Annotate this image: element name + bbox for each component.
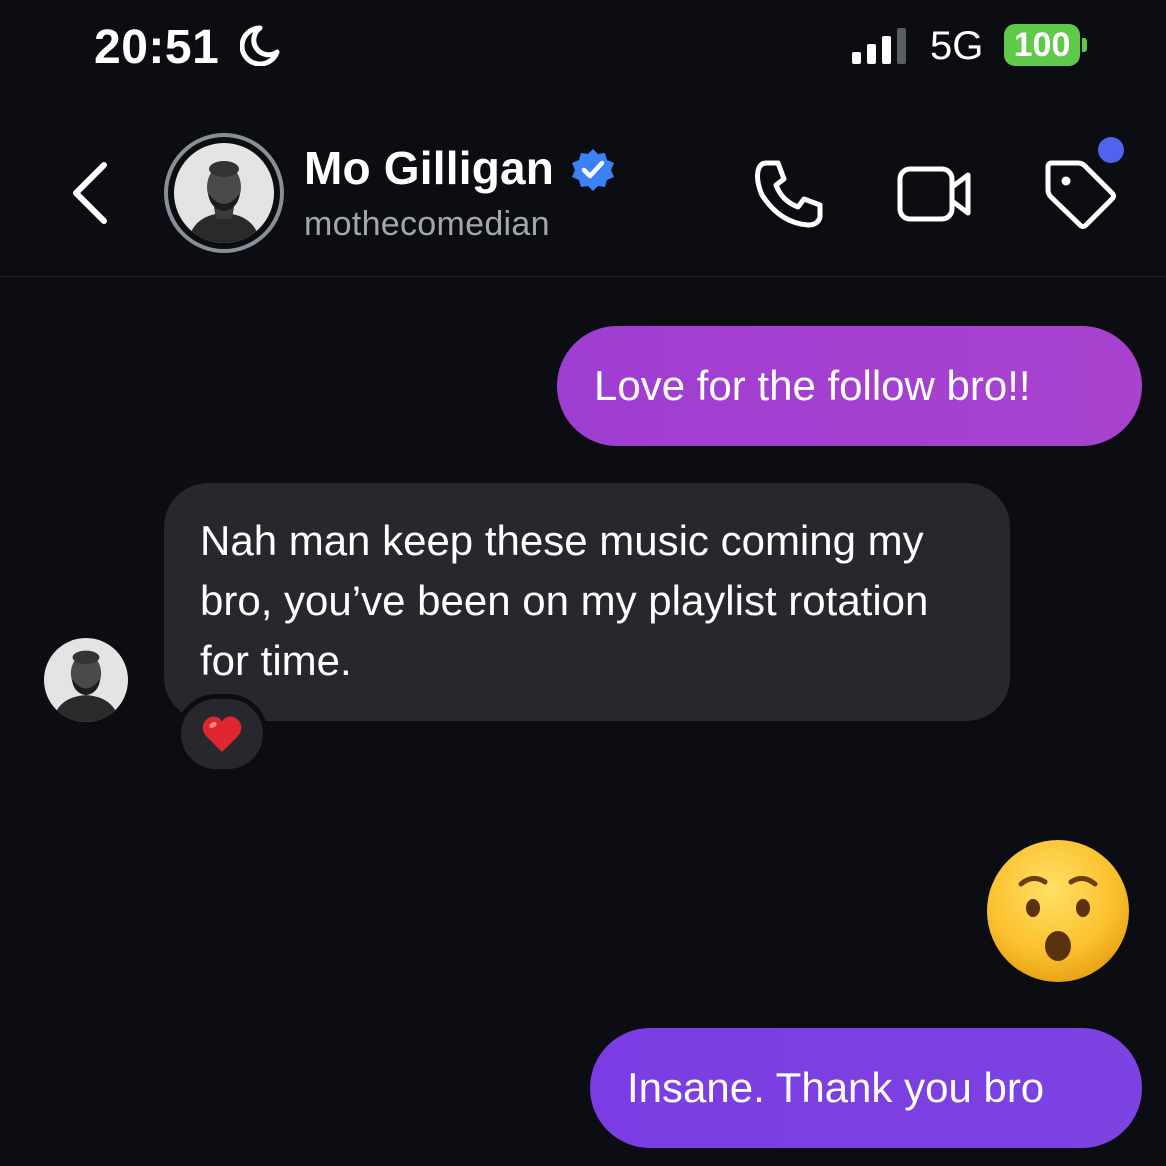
notification-dot (1098, 137, 1124, 163)
network-type: 5G (930, 24, 984, 68)
tag-icon[interactable] (1042, 157, 1118, 229)
battery-indicator: 100 (1004, 24, 1080, 66)
heart-reaction[interactable] (176, 694, 268, 774)
heart-icon (202, 716, 242, 752)
hushed-face-emoji[interactable] (985, 838, 1131, 984)
profile-avatar[interactable] (164, 133, 284, 253)
back-icon[interactable] (66, 159, 116, 227)
received-message-bubble[interactable]: Nah man keep these music coming my bro, … (164, 483, 1010, 721)
phone-icon[interactable] (752, 157, 828, 229)
battery-tip (1082, 38, 1087, 52)
status-time: 20:51 (94, 21, 220, 74)
chat-header: Mo Gilligan mothecomedian (0, 95, 1166, 277)
contact-name[interactable]: Mo Gilligan (304, 141, 554, 195)
status-bar: 20:51 5G 100 (0, 0, 1166, 95)
chat-screen: 20:51 5G 100 Mo Gilligan mothecomedian L… (0, 0, 1166, 1166)
contact-username[interactable]: mothecomedian (304, 205, 550, 244)
sent-message-bubble[interactable]: Love for the follow bro!! (557, 326, 1142, 446)
verified-badge-icon (572, 149, 614, 191)
sender-avatar[interactable] (44, 638, 128, 722)
moon-icon (240, 25, 280, 66)
video-icon[interactable] (896, 163, 974, 225)
sent-message-bubble[interactable]: Insane. Thank you bro (590, 1028, 1142, 1148)
avatar-photo (174, 143, 274, 243)
signal-icon (852, 28, 906, 64)
